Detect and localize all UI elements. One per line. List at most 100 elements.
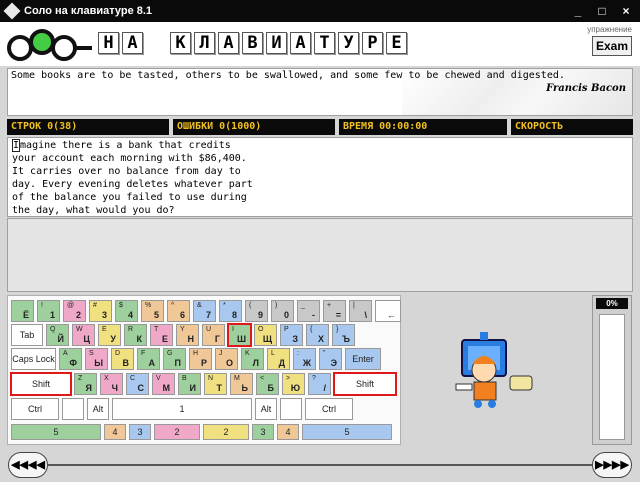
mascot-icon [455,332,533,408]
exercise-line: of the balance you failed to use during [12,192,247,203]
key-blank [280,398,302,420]
navigation-bar: ◀◀◀◀ ▶▶▶▶ [0,448,640,482]
key-alt: Alt [255,398,277,420]
keyboard-key: $4 [115,300,138,322]
keyboard-key: > Ю [282,373,305,395]
key-3: 3 [252,424,274,440]
title-letters: НАКЛАВИАТУРЕ [98,32,407,54]
key-ctrl: Ctrl [11,398,59,420]
title-letter: Р [362,32,383,54]
quote-panel: Some books are to be tasted, others to b… [7,68,633,116]
keyboard-key: PЗ [280,324,303,346]
key-caps-lock: Caps Lock [11,348,56,370]
exercise-line: day. Every evening deletes whatever part [12,179,253,190]
window-title: Соло на клавиатуре 8.1 [24,5,153,17]
title-letter [146,32,167,54]
keyboard-key: CС [126,373,149,395]
key-blank [62,398,84,420]
keyboard-key: HР [189,348,212,370]
exercise-line: It carries over no balance from day to [12,166,241,177]
keyboard-key: FА [137,348,160,370]
keyboard-key: ^ 6 [167,300,190,322]
keyboard-key: OЩ [254,324,277,346]
exercise-line: your account each morning with $86,400. [12,153,247,164]
keyboard-key: KЛ [241,348,264,370]
key-ctrl: Ctrl [305,398,353,420]
key-4: 4 [104,424,126,440]
progress-percent: 0% [596,298,628,309]
nav-track [30,464,610,466]
header: НАКЛАВИАТУРЕ упражнение Exam [0,22,640,66]
title-letter: У [338,32,359,54]
exercise-text: Imagine there is a bank that credits you… [7,137,633,217]
keyboard-key: & 7 [193,300,216,322]
key-1: 1 [112,398,252,420]
title-letter: Т [314,32,335,54]
keyboard-key: TЕ [150,324,173,346]
title-letter: А [218,32,239,54]
keyboard-key: | \ [349,300,372,322]
keyboard-key: ! 1 [37,300,60,322]
key-shift: Shift [333,372,397,396]
keyboard-key: UГ [202,324,225,346]
exam-button[interactable]: Exam [592,36,632,56]
maximize-button[interactable]: □ [592,3,612,19]
keyboard-key: AФ [59,348,82,370]
virtual-keyboard: Ё! 1 @2 #3 $4% 5 ^ 6 & 7 * 8(9) 0 _ - + = | \ ← Tab Q Й W Ц E У R К T… [7,295,401,445]
key-5: 5 [11,424,101,440]
key-shift: Shift [10,372,72,396]
progress-gauge: 0% [592,295,632,445]
close-button[interactable]: × [616,3,636,19]
key-4: 4 [277,424,299,440]
typing-area[interactable] [7,218,633,292]
logo-icon [7,29,92,61]
key-enter: Enter [345,348,381,370]
keyboard-key: BИ [178,373,201,395]
keyboard-key: + = [323,300,346,322]
keyboard-key: WЦ [72,324,95,346]
current-char: I [12,139,21,152]
previous-button[interactable]: ◀◀◀◀ [8,452,48,478]
mode-label: упражнение [587,25,632,34]
title-letter: Л [194,32,215,54]
keyboard-key: NТ [204,373,227,395]
keyboard-key: (9 [245,300,268,322]
next-button[interactable]: ▶▶▶▶ [592,452,632,478]
keyboard-key: ) 0 [271,300,294,322]
title-letter: И [266,32,287,54]
keyboard-key: #3 [89,300,112,322]
title-letter: А [290,32,311,54]
title-letter: А [122,32,143,54]
title-letter: К [170,32,191,54]
exercise-line: the day, what would you do? [12,205,175,216]
keyboard-key: DВ [111,348,134,370]
errors-counter: ОШИБКИ 0(1000) [173,119,335,135]
key-5: 5 [302,424,392,440]
keyboard-key: " Э [319,348,342,370]
keyboard-key: :Ж [293,348,316,370]
key-3: 3 [129,424,151,440]
keyboard-key: XЧ [100,373,123,395]
keyboard-key: YН [176,324,199,346]
key-tab: Tab [11,324,43,346]
keyboard-key: {Х [306,324,329,346]
keyboard-key: } Ъ [332,324,355,346]
speed-counter: СКОРОСТЬ [511,119,633,135]
quote-text: Some books are to be tasted, others to b… [11,70,565,81]
progress-track [599,314,625,440]
minimize-button[interactable]: _ [568,3,588,19]
exercise-line: Imagine there is a bank that credits [12,139,231,152]
keyboard-key: ← [375,300,401,322]
keyboard-key: LД [267,348,290,370]
keyboard-key: * 8 [219,300,242,322]
keyboard-key: RК [124,324,147,346]
time-counter: ВРЕМЯ 00:00:00 [339,119,507,135]
keyboard-key: ZЯ [74,373,97,395]
lines-counter: СТРОК 0(38) [7,119,169,135]
keyboard-key: VМ [152,373,175,395]
keyboard-key: SЫ [85,348,108,370]
title-letter: Н [98,32,119,54]
keyboard-key: Ё [11,300,34,322]
keyboard-key: JО [215,348,238,370]
keyboard-key: % 5 [141,300,164,322]
